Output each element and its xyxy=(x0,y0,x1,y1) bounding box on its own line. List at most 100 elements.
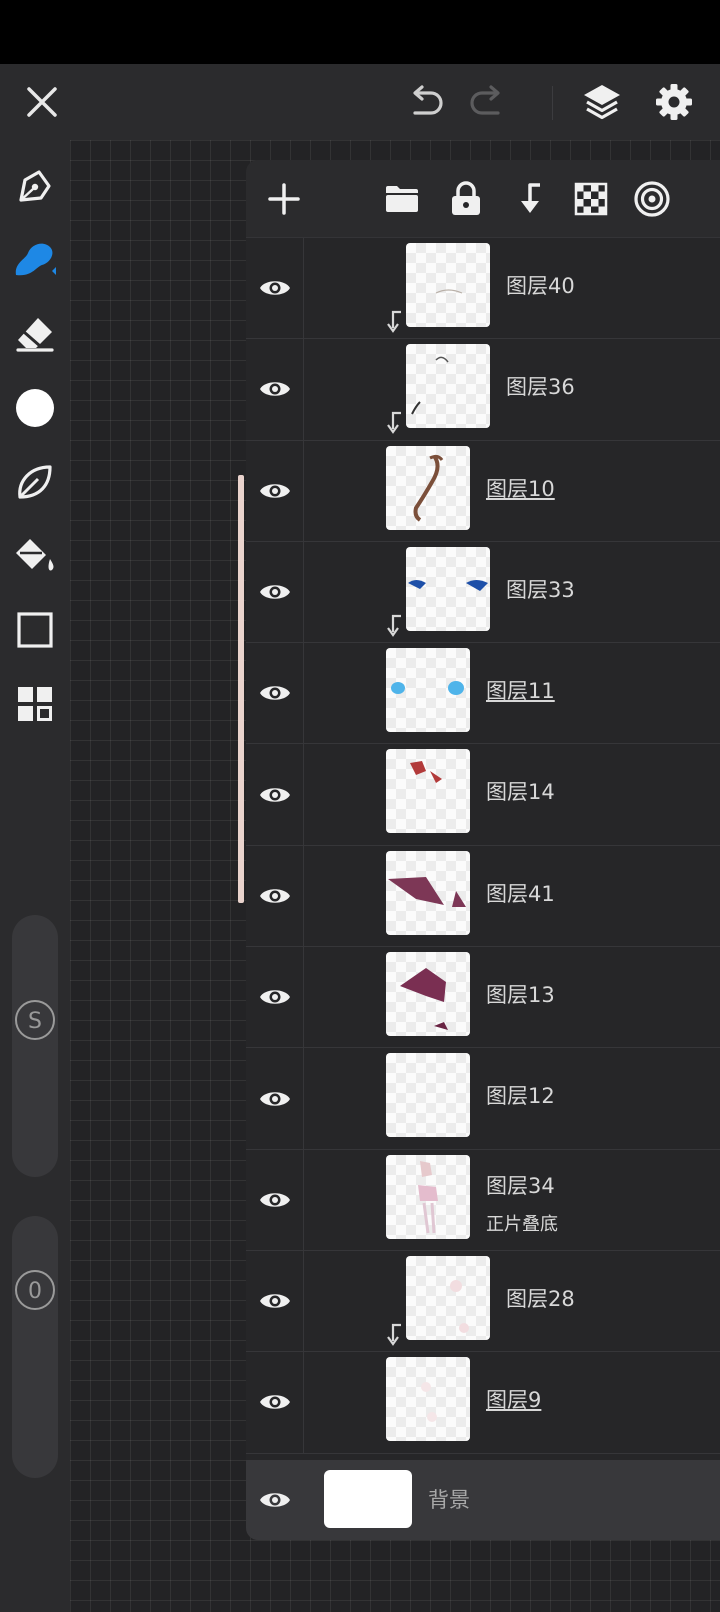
folder-icon xyxy=(386,186,418,212)
layer-list: 图层40 图层36 图层10 图层33 图层11 图层14 图层41 图层13 … xyxy=(246,238,720,1454)
size-slider-label: S xyxy=(28,1009,42,1034)
eye-icon xyxy=(259,585,290,599)
painting-app: { "colors": { "accent": "#1e88e5", "pane… xyxy=(0,0,720,1612)
eraser-icon xyxy=(16,318,54,352)
visibility-toggle[interactable] xyxy=(246,541,304,643)
top-bar xyxy=(0,64,720,140)
eye-icon xyxy=(259,382,290,397)
visibility-toggle[interactable] xyxy=(246,1352,304,1453)
layer-row[interactable]: 图层36 xyxy=(246,339,720,441)
layer-name: 图层34 xyxy=(486,1173,555,1198)
visibility-toggle[interactable] xyxy=(246,440,304,541)
layer-name: 图层11 xyxy=(486,679,555,704)
brush-size-knob[interactable]: S xyxy=(14,999,56,1041)
layer-row[interactable]: 图层12 xyxy=(246,1048,720,1150)
visibility-toggle[interactable] xyxy=(246,1460,304,1540)
eye-icon xyxy=(259,686,290,701)
add-icon xyxy=(268,183,300,215)
background-color-swatch[interactable] xyxy=(324,1470,412,1528)
tool-sidebar: S 0 xyxy=(0,140,70,1612)
eye-icon xyxy=(259,787,290,802)
smudge-tool[interactable] xyxy=(0,451,70,513)
layer-thumbnail xyxy=(386,445,470,530)
add-layer-button[interactable] xyxy=(253,168,315,230)
brush-size-slider[interactable]: S xyxy=(12,915,58,1177)
visibility-toggle[interactable] xyxy=(246,1149,304,1250)
visibility-toggle[interactable] xyxy=(246,744,304,845)
eye-icon xyxy=(259,1091,290,1106)
layer-name: 图层40 xyxy=(506,274,575,298)
layer-row[interactable]: 图层13 xyxy=(246,947,720,1049)
layer-row[interactable]: 图层33 xyxy=(246,541,720,644)
layer-thumbnail xyxy=(406,243,490,327)
layer-thumbnail xyxy=(406,546,490,631)
toolbar-divider xyxy=(552,86,553,120)
eye-icon xyxy=(259,483,290,498)
layer-name: 图层28 xyxy=(506,1286,575,1311)
undo-button[interactable] xyxy=(393,64,457,140)
clipping-indicator-icon xyxy=(387,1323,401,1346)
clipping-button[interactable] xyxy=(498,168,560,230)
redo-button[interactable] xyxy=(456,64,520,140)
layer-row[interactable]: 图层28 xyxy=(246,1250,720,1353)
transparency-lock-button[interactable] xyxy=(560,168,622,230)
layer-thumbnail xyxy=(386,850,470,935)
layers-button[interactable] xyxy=(570,64,634,140)
pen-tool[interactable] xyxy=(0,155,70,217)
layer-row[interactable]: 图层14 xyxy=(246,744,720,846)
color-picker[interactable] xyxy=(0,377,70,439)
gallery-grid-icon xyxy=(18,687,52,721)
eye-icon xyxy=(260,1493,290,1507)
visibility-toggle[interactable] xyxy=(246,1048,304,1149)
blend-mode-label: 正片叠底 xyxy=(486,1213,558,1235)
selection-rect-icon xyxy=(17,612,53,648)
opacity-knob-icon: 0 xyxy=(15,1270,55,1310)
gallery-tool[interactable] xyxy=(0,673,70,735)
reference-icon xyxy=(634,181,670,217)
transparency-lock-icon xyxy=(574,182,608,216)
folder-button[interactable] xyxy=(371,168,433,230)
visibility-toggle[interactable] xyxy=(246,1250,304,1352)
settings-button[interactable] xyxy=(642,64,706,140)
layer-row[interactable]: 图层34 正片叠底 xyxy=(246,1149,720,1251)
layer-thumbnail xyxy=(386,1053,470,1138)
opacity-knob[interactable]: 0 xyxy=(14,1269,56,1311)
layer-name: 图层36 xyxy=(506,375,575,400)
layer-row[interactable]: 图层11 xyxy=(246,643,720,745)
eye-icon xyxy=(259,1193,290,1207)
layer-thumbnail xyxy=(406,1255,490,1340)
layer-name: 图层41 xyxy=(486,881,555,906)
layer-row[interactable]: 图层40 xyxy=(246,238,720,340)
layer-row[interactable]: 图层10 xyxy=(246,440,720,542)
reference-button[interactable] xyxy=(621,168,683,230)
size-knob-icon: S xyxy=(15,1000,55,1040)
visibility-toggle[interactable] xyxy=(246,643,304,744)
layer-name: 图层33 xyxy=(506,577,575,602)
fill-tool[interactable] xyxy=(0,525,70,587)
background-layer-row[interactable]: 背景 xyxy=(246,1460,720,1540)
brush-tool[interactable] xyxy=(0,229,70,291)
visibility-toggle[interactable] xyxy=(246,947,304,1048)
visibility-toggle[interactable] xyxy=(246,845,304,947)
lock-button[interactable] xyxy=(435,168,497,230)
status-bar xyxy=(0,0,720,64)
visibility-toggle[interactable] xyxy=(246,339,304,440)
visibility-toggle[interactable] xyxy=(246,238,304,339)
layer-thumbnail xyxy=(386,952,470,1037)
clipping-indicator-icon xyxy=(387,412,401,435)
layer-panel: 图层40 图层36 图层10 图层33 图层11 图层14 图层41 图层13 … xyxy=(246,160,720,1540)
background-layer-name: 背景 xyxy=(428,1488,470,1512)
eraser-tool[interactable] xyxy=(0,303,70,365)
layer-thumbnail xyxy=(386,648,470,733)
layer-panel-toolbar xyxy=(246,160,720,238)
opacity-slider[interactable]: 0 xyxy=(12,1216,58,1478)
eye-icon xyxy=(259,990,290,1004)
settings-icon xyxy=(656,84,692,120)
layer-thumbnail xyxy=(386,749,470,834)
layer-row[interactable]: 图层9 xyxy=(246,1352,720,1454)
pen-icon xyxy=(19,170,51,202)
smudge-leaf-icon xyxy=(18,465,52,499)
selection-tool[interactable] xyxy=(0,599,70,661)
layer-row[interactable]: 图层41 xyxy=(246,845,720,948)
close-button[interactable] xyxy=(10,64,74,140)
